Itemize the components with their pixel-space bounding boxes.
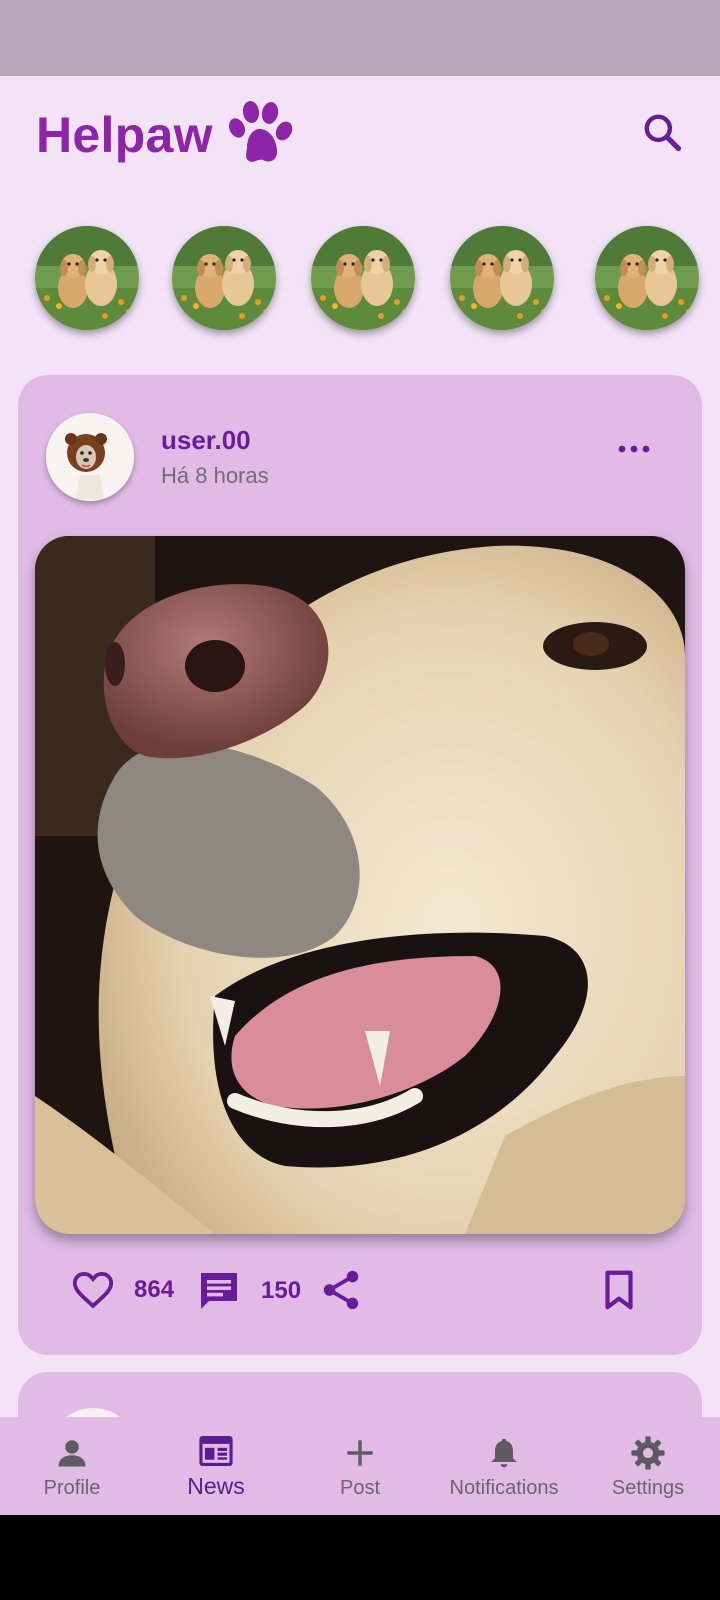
post-timestamp: Há 8 horas <box>161 463 269 488</box>
nav-label: Profile <box>43 1477 101 1499</box>
app-screen: Helpaw user.00 Há 8 horas 864 150 Profil… <box>0 0 720 1600</box>
post-username[interactable]: user.00 <box>161 425 251 456</box>
paw-icon <box>228 101 293 162</box>
stories-row <box>0 224 720 334</box>
post-image[interactable] <box>35 536 685 1234</box>
nav-item-settings[interactable]: Settings <box>576 1417 720 1515</box>
app-logo: Helpaw <box>36 98 297 172</box>
share-button[interactable] <box>318 1267 364 1313</box>
search-button[interactable] <box>636 106 688 158</box>
puppies-photo <box>172 226 276 330</box>
puppies-photo <box>450 226 554 330</box>
more-options-button[interactable] <box>608 429 660 469</box>
puppies-photo <box>35 226 139 330</box>
nav-label: Settings <box>611 1477 685 1499</box>
puppies-photo <box>595 226 699 330</box>
comment-icon <box>201 1273 237 1309</box>
comment-button[interactable]: 150 <box>195 1267 301 1315</box>
story-avatar[interactable] <box>172 226 276 330</box>
nav-label: News <box>187 1473 245 1499</box>
story-avatar[interactable] <box>595 226 699 330</box>
share-icon <box>323 1270 359 1310</box>
nav-item-notifications[interactable]: Notifications <box>432 1417 576 1515</box>
status-bar <box>0 0 720 76</box>
heart-icon <box>72 1271 114 1309</box>
story-avatar[interactable] <box>311 226 415 330</box>
app-name: Helpaw <box>36 107 213 163</box>
app-header: Helpaw <box>0 76 720 206</box>
comment-count: 150 <box>261 1277 302 1304</box>
bell-icon <box>491 1438 517 1468</box>
person-icon <box>58 1440 86 1467</box>
story-avatar[interactable] <box>35 226 139 330</box>
post-card: user.00 Há 8 horas 864 150 <box>18 375 702 1355</box>
newspaper-icon <box>199 1435 233 1467</box>
bookmark-button[interactable] <box>596 1267 642 1313</box>
puppies-photo <box>311 226 415 330</box>
lion-costume-dog-photo <box>46 413 134 501</box>
story-avatar[interactable] <box>450 226 554 330</box>
nav-item-post[interactable]: Post <box>288 1417 432 1515</box>
nav-label: Post <box>339 1477 381 1499</box>
dog-photo <box>35 536 685 1234</box>
gear-icon <box>631 1436 665 1470</box>
bottom-navigation: Profile News Post Notifications Settings <box>0 1417 720 1515</box>
post-actions: 864 150 <box>18 1255 702 1325</box>
like-count: 864 <box>134 1276 175 1303</box>
system-navigation-bar <box>0 1515 720 1600</box>
nav-label: Notifications <box>449 1477 559 1499</box>
avatar[interactable] <box>46 413 134 501</box>
plus-icon <box>347 1440 373 1466</box>
bookmark-icon <box>605 1270 633 1310</box>
like-button[interactable]: 864 <box>70 1267 174 1313</box>
more-icon <box>618 445 650 453</box>
nav-item-news[interactable]: News <box>144 1417 288 1515</box>
search-icon <box>644 114 682 152</box>
nav-item-profile[interactable]: Profile <box>0 1417 144 1515</box>
